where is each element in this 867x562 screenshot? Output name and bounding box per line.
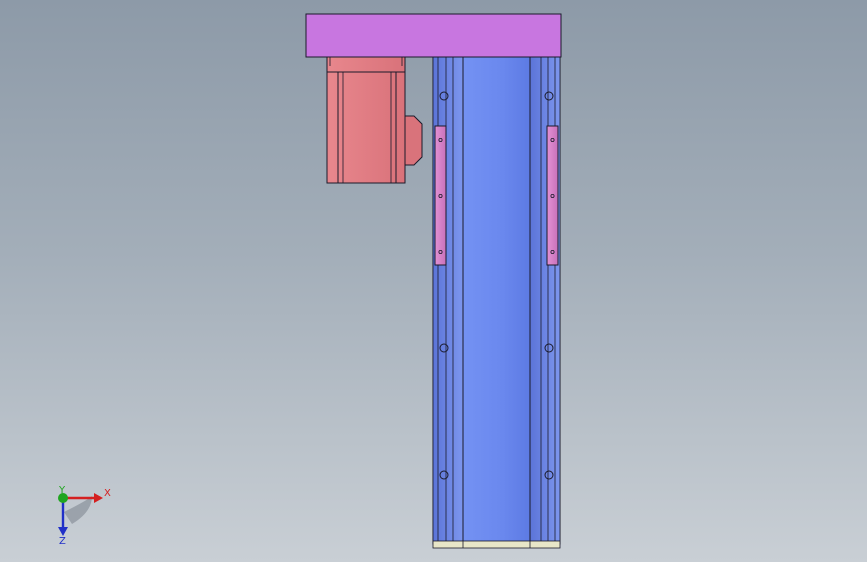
motor-body[interactable] — [326, 56, 423, 184]
carriage-right-strip[interactable] — [546, 125, 559, 266]
z-axis-label: Z — [59, 536, 66, 547]
x-axis-label: X — [104, 488, 111, 499]
model-view[interactable] — [0, 0, 867, 562]
linear-rail[interactable] — [432, 55, 561, 549]
triad-shadow — [64, 496, 92, 524]
x-axis-arrow — [64, 493, 103, 503]
carriage-left-strip[interactable] — [434, 125, 447, 266]
coordinate-triad: X Z Y — [58, 485, 111, 547]
graphics-viewport[interactable]: X Z Y — [0, 0, 867, 562]
z-axis-arrow — [58, 498, 68, 536]
top-mounting-plate[interactable] — [305, 13, 562, 58]
y-axis-label: Y — [58, 485, 66, 496]
